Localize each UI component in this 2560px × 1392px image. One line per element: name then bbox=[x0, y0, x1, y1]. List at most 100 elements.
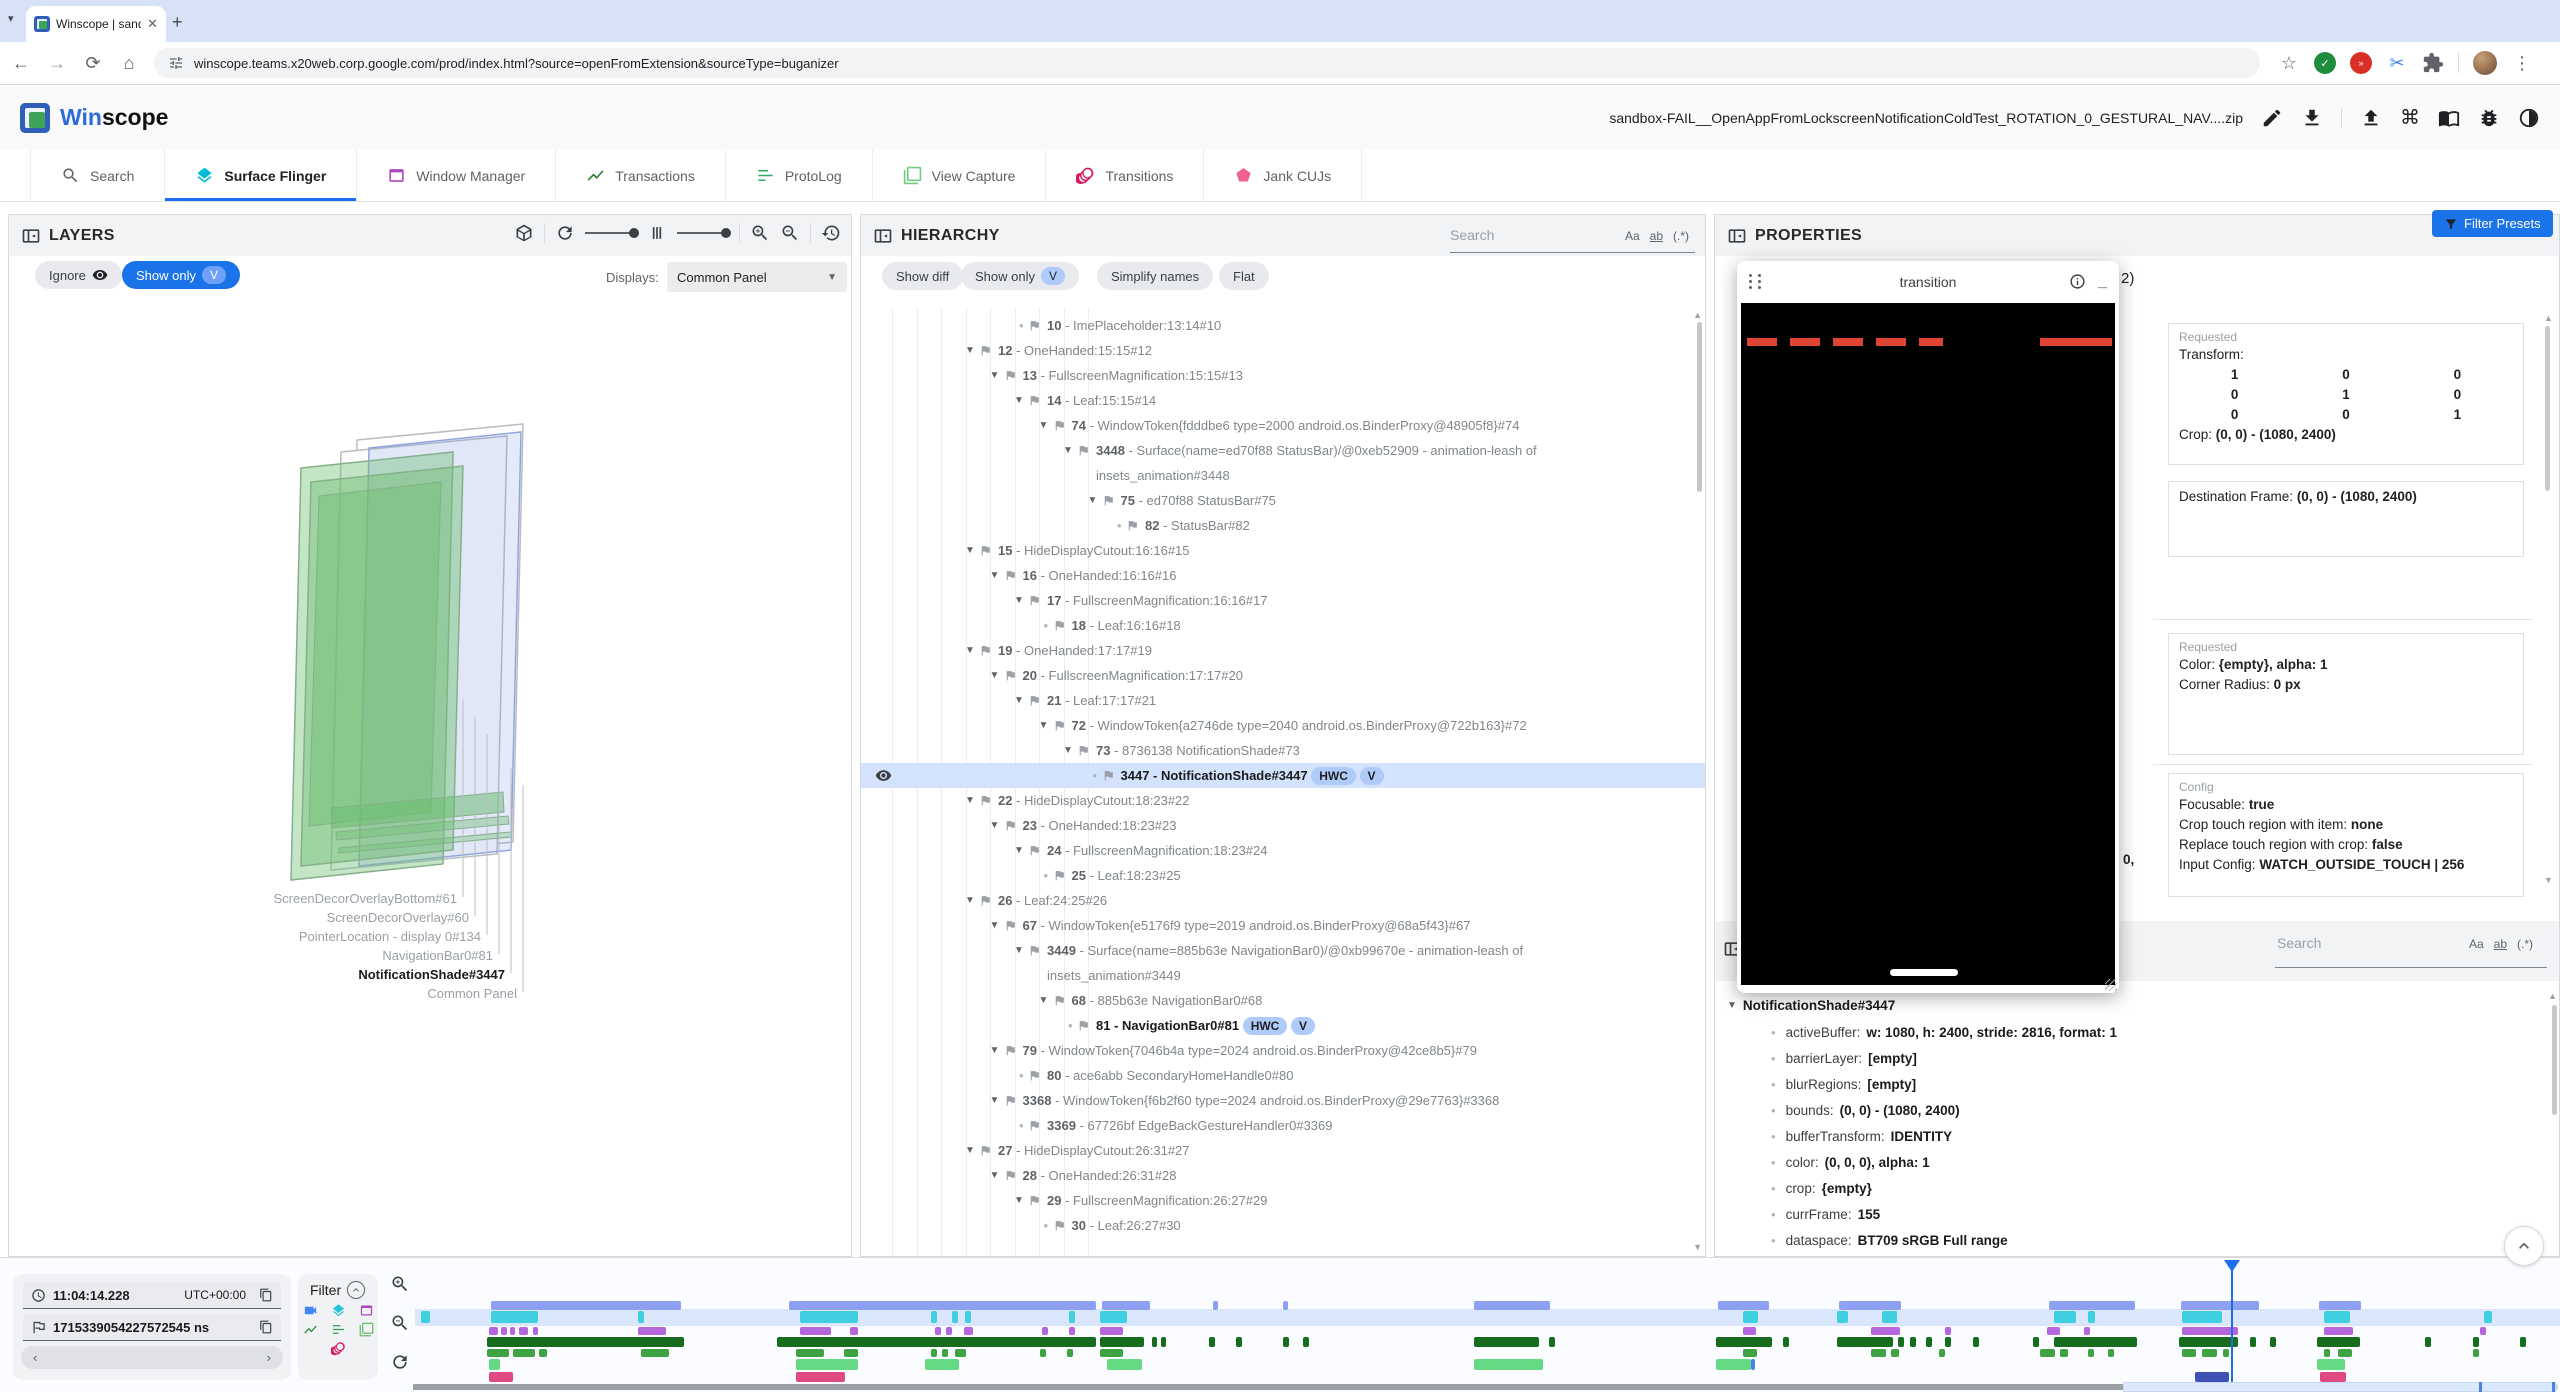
protolog-track-event[interactable] bbox=[1871, 1349, 1886, 1357]
surface-flinger-track-event[interactable] bbox=[1882, 1311, 1897, 1323]
collapse-filter-icon[interactable] bbox=[347, 1281, 365, 1299]
visibility-eye-icon[interactable] bbox=[875, 767, 892, 784]
protolog-track-event[interactable] bbox=[641, 1349, 669, 1357]
hierarchy-node-30[interactable]: •30 - Leaf:26:27#30 bbox=[861, 1213, 1705, 1238]
expand-arrow-icon[interactable]: ▼ bbox=[1014, 838, 1028, 863]
hierarchy-node-23[interactable]: ▼23 - OneHanded:18:23#23 bbox=[861, 813, 1705, 838]
hierarchy-node-67[interactable]: ▼67 - WindowToken{e5176f9 type=2019 andr… bbox=[861, 913, 1705, 938]
expand-arrow-icon[interactable]: ▼ bbox=[1014, 938, 1028, 963]
3d-view-icon[interactable] bbox=[514, 223, 534, 243]
hierarchy-node-18[interactable]: •18 - Leaf:16:16#18 bbox=[861, 613, 1705, 638]
scroll-down-icon[interactable]: ▼ bbox=[2544, 875, 2553, 885]
scissors-extension-icon[interactable]: ✂ bbox=[2386, 53, 2408, 74]
transactions-track-event[interactable] bbox=[487, 1337, 684, 1347]
property-item-crop[interactable]: •crop:{empty} bbox=[1727, 1175, 2559, 1201]
surface-flinger-track-event[interactable] bbox=[2324, 1311, 2350, 1323]
transactions-track-event[interactable] bbox=[1283, 1337, 1289, 1347]
transactions-track-event[interactable] bbox=[2317, 1337, 2360, 1347]
simplify-names-button[interactable]: Simplify names bbox=[1097, 262, 1213, 290]
window-manager-track-event[interactable] bbox=[501, 1327, 507, 1335]
screen-recording-track-event[interactable] bbox=[2319, 1301, 2361, 1310]
surface-flinger-track-event[interactable] bbox=[2054, 1311, 2076, 1323]
dark-mode-icon[interactable] bbox=[2518, 107, 2540, 129]
hierarchy-node-3449[interactable]: ▼3449 - Surface(name=885b63e NavigationB… bbox=[861, 938, 1705, 988]
expand-arrow-icon[interactable]: ▼ bbox=[1014, 388, 1028, 413]
protolog-track-event[interactable] bbox=[1939, 1349, 1945, 1357]
extension-check-icon[interactable]: ✓ bbox=[2314, 52, 2336, 74]
expand-arrow-icon[interactable]: ▼ bbox=[990, 1163, 1004, 1188]
layer-label-3[interactable]: PointerLocation - display 0#134 bbox=[299, 929, 481, 944]
expand-arrow-icon[interactable]: ▼ bbox=[990, 363, 1004, 388]
protolog-track-event[interactable] bbox=[487, 1349, 509, 1357]
view-capture-track-event[interactable] bbox=[1716, 1359, 1751, 1370]
protolog-track-event[interactable] bbox=[2338, 1349, 2352, 1357]
expand-arrow-icon[interactable]: ▼ bbox=[1039, 413, 1053, 438]
hierarchy-node-25[interactable]: •25 - Leaf:18:23#25 bbox=[861, 863, 1705, 888]
window-manager-track-event[interactable] bbox=[1100, 1327, 1123, 1335]
window-manager-track-event[interactable] bbox=[638, 1327, 666, 1335]
new-tab-button[interactable]: + bbox=[172, 12, 183, 33]
hierarchy-node-24[interactable]: ▼24 - FullscreenMagnification:18:23#24 bbox=[861, 838, 1705, 863]
layers-3d-canvas[interactable]: ScreenDecorOverlayBottom#61ScreenDecorOv… bbox=[9, 308, 851, 1256]
copy-icon[interactable] bbox=[259, 1288, 273, 1302]
zoom-out-icon[interactable] bbox=[390, 1313, 410, 1333]
protolog-track-event[interactable] bbox=[2182, 1349, 2196, 1357]
transactions-track-event[interactable] bbox=[1716, 1337, 1772, 1347]
transitions-track-event[interactable] bbox=[796, 1372, 845, 1382]
window-manager-track-event[interactable] bbox=[1042, 1327, 1048, 1335]
window-manager-icon[interactable] bbox=[359, 1303, 374, 1318]
upload-icon[interactable] bbox=[2360, 107, 2382, 129]
show-only-button[interactable]: Show onlyV bbox=[961, 262, 1079, 290]
extension-red-icon[interactable]: » bbox=[2350, 52, 2372, 74]
expand-arrow-icon[interactable]: ▼ bbox=[990, 663, 1004, 688]
view-capture-track-event[interactable] bbox=[2317, 1359, 2345, 1370]
hierarchy-node-15[interactable]: ▼15 - HideDisplayCutout:16:16#15 bbox=[861, 538, 1705, 563]
browser-tab[interactable]: Winscope | sandbox-FAIL ✕ bbox=[26, 6, 166, 42]
hierarchy-node-81[interactable]: •81 - NavigationBar0#81 HWC V bbox=[861, 1013, 1705, 1038]
screen-recording-track-event[interactable] bbox=[1718, 1301, 1769, 1310]
expand-arrow-icon[interactable]: ▼ bbox=[965, 888, 979, 913]
match-regex-icon[interactable]: (.*) bbox=[2517, 937, 2533, 951]
hierarchy-node-21[interactable]: ▼21 - Leaf:17:17#21 bbox=[861, 688, 1705, 713]
window-manager-track-event[interactable] bbox=[533, 1327, 538, 1335]
transitions-track-event[interactable] bbox=[489, 1372, 513, 1382]
protolog-icon[interactable] bbox=[331, 1322, 346, 1337]
transactions-track-event[interactable] bbox=[1926, 1337, 1932, 1347]
protolog-track-event[interactable] bbox=[1743, 1349, 1757, 1357]
protolog-track-event[interactable] bbox=[513, 1349, 535, 1357]
match-word-icon[interactable]: ab bbox=[1650, 229, 1663, 243]
hierarchy-node-75[interactable]: ▼75 - ed70f88 StatusBar#75 bbox=[861, 488, 1705, 513]
transactions-track-event[interactable] bbox=[2250, 1337, 2256, 1347]
view-capture-icon[interactable] bbox=[359, 1322, 374, 1337]
hierarchy-node-10[interactable]: •10 - ImePlaceholder:13:14#10 bbox=[861, 313, 1705, 338]
collapse-bottom-button[interactable] bbox=[2504, 1226, 2544, 1266]
zoom-out-icon[interactable] bbox=[780, 223, 800, 243]
transactions-track-event[interactable] bbox=[2179, 1337, 2238, 1347]
properties-list-scrollbar[interactable] bbox=[2552, 1005, 2557, 1115]
protolog-track-event[interactable] bbox=[1040, 1349, 1046, 1357]
hierarchy-node-3448[interactable]: ▼3448 - Surface(name=ed70f88 StatusBar)/… bbox=[861, 438, 1705, 488]
window-manager-track-event[interactable] bbox=[1069, 1327, 1075, 1335]
zoom-selection-region[interactable] bbox=[2123, 1382, 2556, 1392]
spacing-icon[interactable] bbox=[647, 223, 667, 243]
hierarchy-node-73[interactable]: ▼73 - 8736138 NotificationShade#73 bbox=[861, 738, 1705, 763]
displays-select[interactable]: Common Panel ▼ bbox=[667, 262, 847, 292]
collapse-panel-icon[interactable] bbox=[1727, 226, 1747, 246]
transactions-track-event[interactable] bbox=[1474, 1337, 1539, 1347]
expand-arrow-icon[interactable]: ▼ bbox=[990, 563, 1004, 588]
match-case-icon[interactable]: Aa bbox=[1625, 229, 1640, 243]
filter-presets-button[interactable]: Filter Presets bbox=[2432, 210, 2553, 237]
window-manager-track-event[interactable] bbox=[964, 1327, 973, 1335]
transactions-track-event[interactable] bbox=[1783, 1337, 1789, 1347]
tab-transactions[interactable]: Transactions bbox=[556, 150, 726, 201]
surface-flinger-track-event[interactable] bbox=[1069, 1311, 1075, 1323]
hierarchy-node-3447[interactable]: •3447 - Notific​ationShade#3447 HWC V bbox=[861, 763, 1705, 788]
hierarchy-node-19[interactable]: ▼19 - OneHanded:17:17#19 bbox=[861, 638, 1705, 663]
hierarchy-node-28[interactable]: ▼28 - OneHanded:26:31#28 bbox=[861, 1163, 1705, 1188]
flat-button[interactable]: Flat bbox=[1219, 262, 1269, 290]
match-case-icon[interactable]: Aa bbox=[2469, 937, 2484, 951]
transactions-track-event[interactable] bbox=[1837, 1337, 1893, 1347]
hierarchy-node-72[interactable]: ▼72 - WindowToken{a2746de type=2040 andr… bbox=[861, 713, 1705, 738]
window-manager-track-event[interactable] bbox=[489, 1327, 498, 1335]
surface-flinger-track-event[interactable] bbox=[2484, 1311, 2492, 1323]
